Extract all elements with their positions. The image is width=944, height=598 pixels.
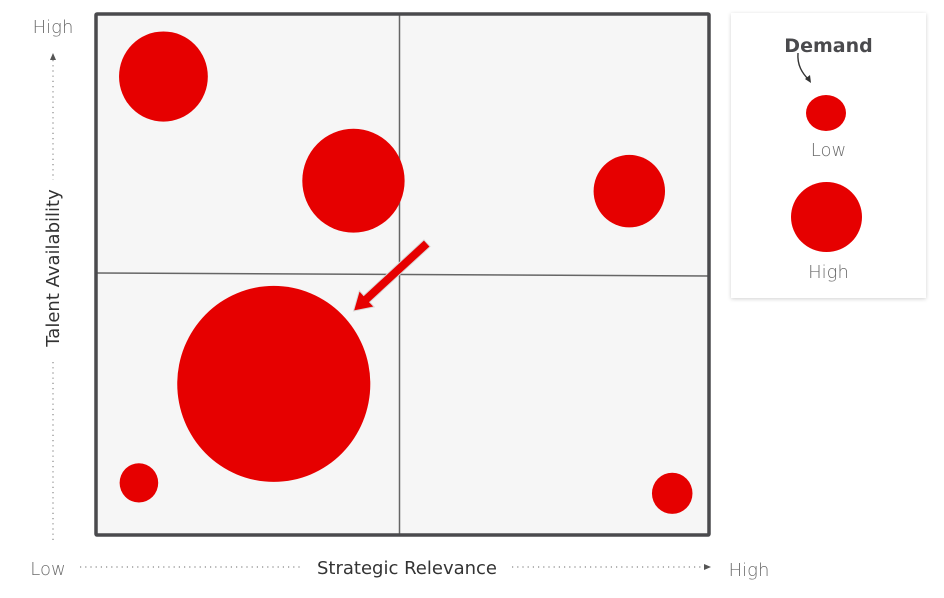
y-axis-high-label: High [33,17,74,38]
x-axis-high-label: High [729,560,770,581]
x-axis-arrow-icon [704,564,711,570]
bubble-point-2 [302,128,405,233]
x-axis-title: Strategic Relevance [317,558,497,579]
legend-high-bubble [791,182,862,252]
y-axis-title: Talent Availability [43,189,64,348]
x-axis-low-label: Low [30,559,65,580]
legend: Demand Low High [731,13,926,298]
bubble-point-1 [119,31,208,122]
bubble-point-6 [651,472,693,514]
legend-low-bubble [806,95,846,131]
bubble-point-5 [119,463,159,503]
legend-high-label: High [808,262,849,283]
bubble-point-4 [177,285,371,482]
y-axis-arrow-icon [50,53,56,60]
bubble-point-3 [593,154,666,228]
legend-low-label: Low [810,140,847,161]
